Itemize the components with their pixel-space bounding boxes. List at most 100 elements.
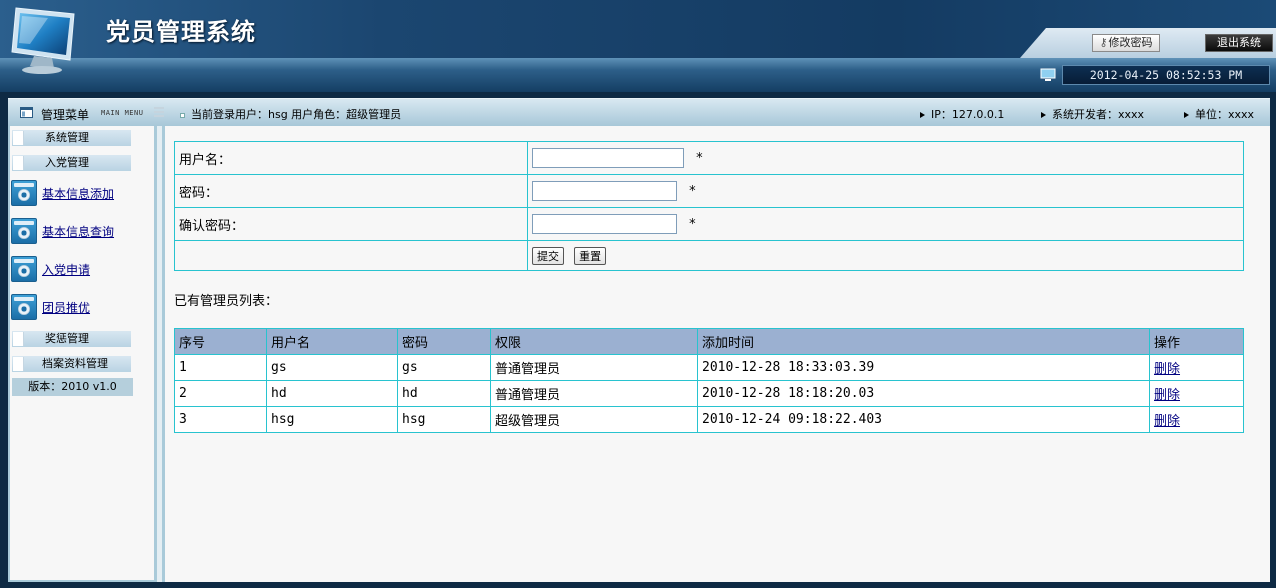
- sidebar-item-basic-info-query[interactable]: 基本信息查询: [10, 217, 154, 245]
- username-label: 用户名：: [174, 141, 528, 175]
- developer-text: 系统开发者：xxxx: [1052, 108, 1145, 121]
- cell-no: 3: [174, 406, 267, 433]
- admin-list-title: 已有管理员列表：: [174, 294, 279, 309]
- cell-username: hsg: [266, 406, 398, 433]
- confirm-password-label: 确认密码：: [174, 207, 528, 241]
- sidebar-category-archive[interactable]: 档案资料管理: [12, 356, 131, 372]
- cell-time: 2010-12-24 09:18:22.403: [697, 406, 1150, 433]
- column-header-role: 权限: [490, 328, 698, 355]
- confirm-password-input[interactable]: [532, 214, 677, 234]
- cell-password: hsg: [397, 406, 491, 433]
- category-marker: [13, 131, 24, 145]
- column-header-no: 序号: [174, 328, 267, 355]
- cell-time: 2010-12-28 18:33:03.39: [697, 354, 1150, 381]
- username-input[interactable]: [532, 148, 684, 168]
- menu-collapse-icon[interactable]: [154, 107, 164, 117]
- form-row-password: 密码： *: [174, 174, 1244, 208]
- category-marker: [13, 357, 24, 371]
- cell-username: gs: [266, 354, 398, 381]
- monitor-logo-icon: [11, 7, 75, 74]
- form-row-username: 用户名： *: [174, 141, 1244, 175]
- current-user-info: 当前登录用户：hsg 用户角色：超级管理员: [180, 106, 401, 122]
- ip-text: IP：127.0.0.1: [931, 108, 1005, 121]
- window-icon: [20, 107, 33, 118]
- password-input[interactable]: [532, 181, 677, 201]
- sidebar-item-label[interactable]: 入党申请: [42, 261, 90, 278]
- password-label: 密码：: [174, 174, 528, 208]
- cell-no: 2: [174, 380, 267, 407]
- table-row: 3 hsg hsg 超级管理员 2010-12-24 09:18:22.403 …: [174, 406, 1244, 433]
- column-header-password: 密码: [397, 328, 491, 355]
- admin-list-table: 序号 用户名 密码 权限 添加时间 操作 1 gs gs 普通管理员 2010-…: [174, 328, 1244, 433]
- change-password-button[interactable]: ⚷修改密码: [1092, 34, 1160, 52]
- reset-button[interactable]: 重置: [574, 246, 607, 265]
- cell-time: 2010-12-28 18:18:20.03: [697, 380, 1150, 407]
- ip-info: IP：127.0.0.1: [920, 106, 1004, 122]
- sidebar-item-label[interactable]: 团员推优: [42, 299, 90, 316]
- main-content: 用户名： * 密码： * 确认密码： * 提交 重置 已有管理员列表： 序号 用…: [165, 126, 1270, 582]
- header: 党员管理系统 ⚷修改密码 退出系统 2012-04-25 08:52:53 PM: [0, 0, 1276, 92]
- gear-icon: [11, 218, 37, 244]
- sidebar-item-label[interactable]: 基本信息添加: [42, 185, 114, 202]
- category-marker: [13, 332, 24, 346]
- category-label: 奖惩管理: [45, 332, 89, 345]
- datetime-display: 2012-04-25 08:52:53 PM: [1062, 65, 1270, 85]
- required-mark: *: [689, 216, 696, 232]
- delete-link[interactable]: 删除: [1154, 414, 1180, 429]
- cell-action: 删除: [1149, 380, 1244, 407]
- actions-cell: 提交 重置: [527, 240, 1244, 271]
- table-header-row: 序号 用户名 密码 权限 添加时间 操作: [174, 328, 1244, 355]
- cell-role: 普通管理员: [490, 380, 698, 407]
- cell-action: 删除: [1149, 354, 1244, 381]
- sidebar-item-label[interactable]: 基本信息查询: [42, 223, 114, 240]
- cell-password: gs: [397, 354, 491, 381]
- required-mark: *: [689, 183, 696, 199]
- unit-info: 单位：xxxx: [1184, 106, 1254, 122]
- column-header-time: 添加时间: [697, 328, 1150, 355]
- cell-role: 普通管理员: [490, 354, 698, 381]
- submit-button[interactable]: 提交: [532, 246, 564, 265]
- current-user-text: 当前登录用户：hsg 用户角色：超级管理员: [191, 108, 402, 121]
- key-icon: ⚷: [1099, 36, 1108, 49]
- arrow-right-icon: [920, 112, 925, 118]
- sidebar-frame: 系统管理 入党管理 基本信息添加 基本信息查询 入党申请 团员推优 奖惩管理 档…: [8, 126, 165, 582]
- user-add-icon: [11, 180, 37, 206]
- gear-icon: [11, 294, 37, 320]
- unit-text: 单位：xxxx: [1195, 108, 1255, 121]
- sidebar-separator[interactable]: [157, 126, 162, 582]
- required-mark: *: [696, 150, 703, 166]
- cell-password: hd: [397, 380, 491, 407]
- category-label: 入党管理: [45, 156, 89, 169]
- table-row: 2 hd hd 普通管理员 2010-12-28 18:18:20.03 删除: [174, 380, 1244, 407]
- sidebar-item-league-recommend[interactable]: 团员推优: [10, 293, 154, 321]
- form-row-confirm: 确认密码： *: [174, 207, 1244, 241]
- delete-link[interactable]: 删除: [1154, 388, 1180, 403]
- sidebar-item-party-application[interactable]: 入党申请: [10, 255, 154, 283]
- menu-title: 管理菜单: [41, 108, 90, 122]
- cell-username: hd: [266, 380, 398, 407]
- delete-link[interactable]: 删除: [1154, 362, 1180, 377]
- category-label: 系统管理: [45, 131, 89, 144]
- category-label: 档案资料管理: [42, 357, 108, 370]
- arrow-right-icon: [1184, 112, 1189, 118]
- column-header-action: 操作: [1149, 328, 1244, 355]
- logout-button[interactable]: 退出系统: [1205, 34, 1273, 52]
- password-cell: *: [527, 174, 1244, 208]
- app-title: 党员管理系统: [106, 17, 256, 46]
- sidebar-category-party[interactable]: 入党管理: [12, 155, 131, 171]
- info-bar: 管理菜单 MAIN MENU 当前登录用户：hsg 用户角色：超级管理员 IP：…: [8, 98, 1270, 126]
- bullet-icon: [180, 112, 185, 118]
- sidebar-item-basic-info-add[interactable]: 基本信息添加: [10, 179, 154, 207]
- cell-no: 1: [174, 354, 267, 381]
- monitor-icon: [1040, 68, 1056, 81]
- column-header-username: 用户名: [266, 328, 398, 355]
- sidebar-category-reward[interactable]: 奖惩管理: [12, 331, 131, 347]
- sidebar: 系统管理 入党管理 基本信息添加 基本信息查询 入党申请 团员推优 奖惩管理 档…: [10, 126, 154, 580]
- change-password-label: 修改密码: [1108, 36, 1153, 49]
- username-cell: *: [527, 141, 1244, 175]
- category-marker: [13, 156, 24, 170]
- add-admin-form: 用户名： * 密码： * 确认密码： * 提交 重置: [174, 141, 1244, 271]
- sidebar-category-system[interactable]: 系统管理: [12, 130, 131, 146]
- confirm-password-cell: *: [527, 207, 1244, 241]
- table-row: 1 gs gs 普通管理员 2010-12-28 18:33:03.39 删除: [174, 354, 1244, 381]
